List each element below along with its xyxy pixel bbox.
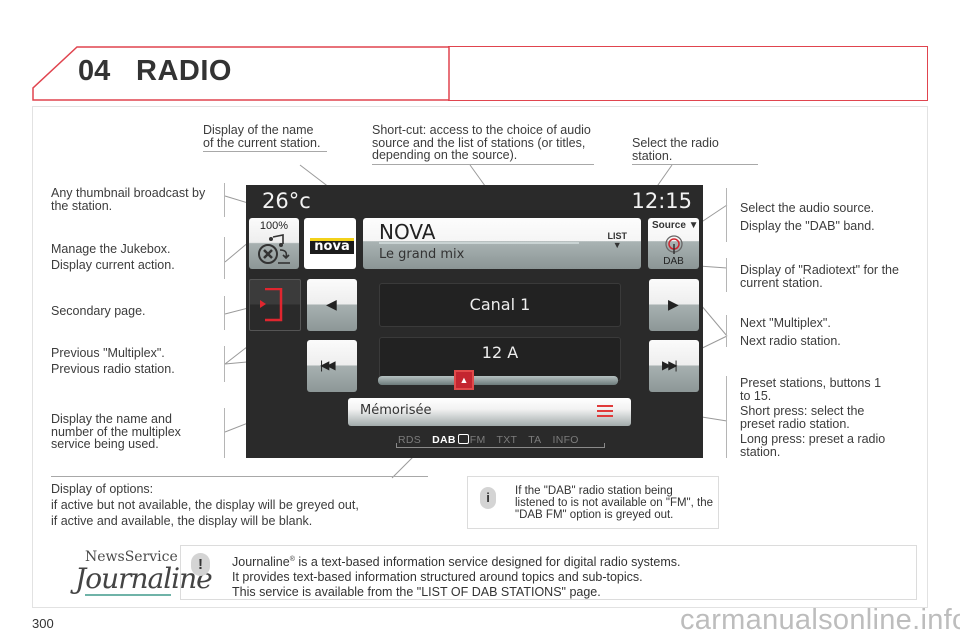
callout-text: Short press: select the preset radio sta… <box>740 404 865 431</box>
callout-bar <box>224 346 225 382</box>
callout-bar <box>224 237 225 279</box>
callout-text: Display of options: <box>51 482 154 496</box>
callout-text: if active but not available, the display… <box>51 498 359 512</box>
presets-icon <box>597 405 613 419</box>
previous-multiplex-button[interactable]: ◀ <box>307 279 357 331</box>
band-label: DAB <box>663 256 684 267</box>
callout-text: if active and available, the display wil… <box>51 514 313 528</box>
watermark: carmanualsonline.info <box>680 604 960 636</box>
callout-select-station: Select the radio station. <box>632 137 758 165</box>
station-info-panel[interactable]: NOVA Le grand mix LIST ▼ <box>363 218 641 269</box>
callout-bar <box>726 258 727 292</box>
callout-text: Short-cut: access to the choice of audio… <box>372 123 591 162</box>
clock-readout: 12:15 <box>631 189 692 213</box>
callout-previous: Previous "Multiplex". Previous radio sta… <box>51 347 221 378</box>
station-thumbnail: nova <box>304 218 356 269</box>
chevron-down-icon: ▼ <box>612 240 622 250</box>
callout-bar <box>224 183 225 217</box>
callout-text: Previous "Multiplex". <box>51 346 165 360</box>
callout-bar <box>224 408 225 458</box>
callout-bar <box>224 296 225 330</box>
preset-slider[interactable]: ▲ <box>378 370 618 390</box>
callout-text: Long press: preset a radio station. <box>740 432 886 459</box>
callout-text: Any thumbnail broadcast by the station. <box>51 186 206 213</box>
callout-text: Secondary page. <box>51 304 146 318</box>
source-label: Source ▼ <box>652 220 699 231</box>
previous-station-button[interactable]: |◀◀ <box>307 340 357 392</box>
secondary-page-icon <box>260 288 283 322</box>
journaline-term: Journaline <box>232 555 290 570</box>
journaline-logo: NewsService Journaline <box>63 544 213 599</box>
callout-presets: Preset stations, buttons 1 to 15. Short … <box>740 377 890 461</box>
logo-underline <box>85 594 171 596</box>
secondary-page-button[interactable] <box>249 279 301 331</box>
jukebox-progress: 100% <box>259 220 289 232</box>
callout-bar <box>726 188 727 242</box>
callout-text: Next radio station. <box>740 333 841 348</box>
jukebox-button[interactable]: 100% <box>249 218 299 269</box>
callout-text: Display the "DAB" band. <box>740 218 875 233</box>
page-number: 300 <box>32 616 54 631</box>
callout-jukebox: Manage the Jukebox. Display current acti… <box>51 243 221 274</box>
callout-text: Display the name and number of the multi… <box>51 412 181 451</box>
note-line: It provides text-based information struc… <box>232 570 643 585</box>
callout-text: Previous radio station. <box>51 361 175 376</box>
skip-back-icon: |◀◀ <box>320 358 335 372</box>
callout-text: Select the audio source. <box>740 201 875 215</box>
preset-bar[interactable]: Mémorisée <box>348 398 631 426</box>
callout-bar <box>726 376 727 458</box>
multiplex-number-panel: 12 A <box>379 337 621 381</box>
callout-multiplex-name: Display the name and number of the multi… <box>51 413 211 451</box>
callout-text: Manage the Jukebox. <box>51 242 171 256</box>
info-icon: i <box>480 487 496 509</box>
preset-status: Mémorisée <box>360 403 432 418</box>
dab-info-note: i If the "DAB" radio station being liste… <box>467 476 719 529</box>
callout-thumbnail: Any thumbnail broadcast by the station. <box>51 187 221 212</box>
callout-shortcut: Short-cut: access to the choice of audio… <box>372 124 594 165</box>
skip-forward-icon: ▶▶| <box>662 358 677 372</box>
callout-station-name: Display of the name of the current stati… <box>203 124 327 152</box>
callout-text: Display of the name of the current stati… <box>203 123 321 150</box>
radio-screen: 26°c 12:15 100% nova NOVA Le grand mix L… <box>246 185 703 458</box>
callout-secondary: Secondary page. <box>51 305 221 318</box>
station-logo: nova <box>310 238 354 254</box>
next-station-button[interactable]: ▶▶| <box>649 340 699 392</box>
next-multiplex-button[interactable]: ▶ <box>649 279 699 331</box>
note-line: is a text-based information service desi… <box>294 555 681 570</box>
dab-note-text: If the "DAB" radio station being listene… <box>515 485 714 521</box>
callout-radiotext: Display of "Radiotext" for the current s… <box>740 264 910 289</box>
broadcast-icon <box>665 235 683 254</box>
jukebox-icon <box>258 234 290 264</box>
station-name: NOVA <box>379 220 436 244</box>
arrow-right-icon: ▶ <box>668 296 679 312</box>
callout-source: Select the audio source. Display the "DA… <box>740 202 920 235</box>
callout-text: Select the radio station. <box>632 136 719 163</box>
warning-icon: ! <box>191 553 210 576</box>
multiplex-service: Canal 1 <box>469 295 531 314</box>
callout-underline <box>51 476 428 477</box>
callout-bar <box>726 315 727 347</box>
source-button[interactable]: Source ▼ DAB <box>648 218 699 269</box>
radiotext: Le grand mix <box>379 247 465 262</box>
multiplex-number: 12 A <box>481 343 519 362</box>
callout-next: Next "Multiplex". Next radio station. <box>740 317 910 350</box>
list-button[interactable]: LIST ▼ <box>608 232 628 250</box>
callout-text: Preset stations, buttons 1 to 15. <box>740 376 882 403</box>
divider <box>379 242 579 244</box>
callout-text: Display of "Radiotext" for the current s… <box>740 263 899 290</box>
options-bracket <box>396 443 605 448</box>
arrow-left-icon: ◀ <box>326 296 337 312</box>
journaline-note-text: Journaline® is a text-based information … <box>232 552 680 600</box>
callout-text: Display current action. <box>51 257 175 272</box>
journaline-warning-note: ! Journaline® is a text-based informatio… <box>180 545 917 600</box>
multiplex-service-panel: Canal 1 <box>379 283 621 327</box>
slider-thumb[interactable]: ▲ <box>454 370 474 390</box>
temperature-readout: 26°c <box>262 189 311 213</box>
callout-text: Next "Multiplex". <box>740 316 831 330</box>
callout-options: Display of options: if active but not av… <box>51 481 431 529</box>
note-line: This service is available from the "LIST… <box>232 585 601 600</box>
